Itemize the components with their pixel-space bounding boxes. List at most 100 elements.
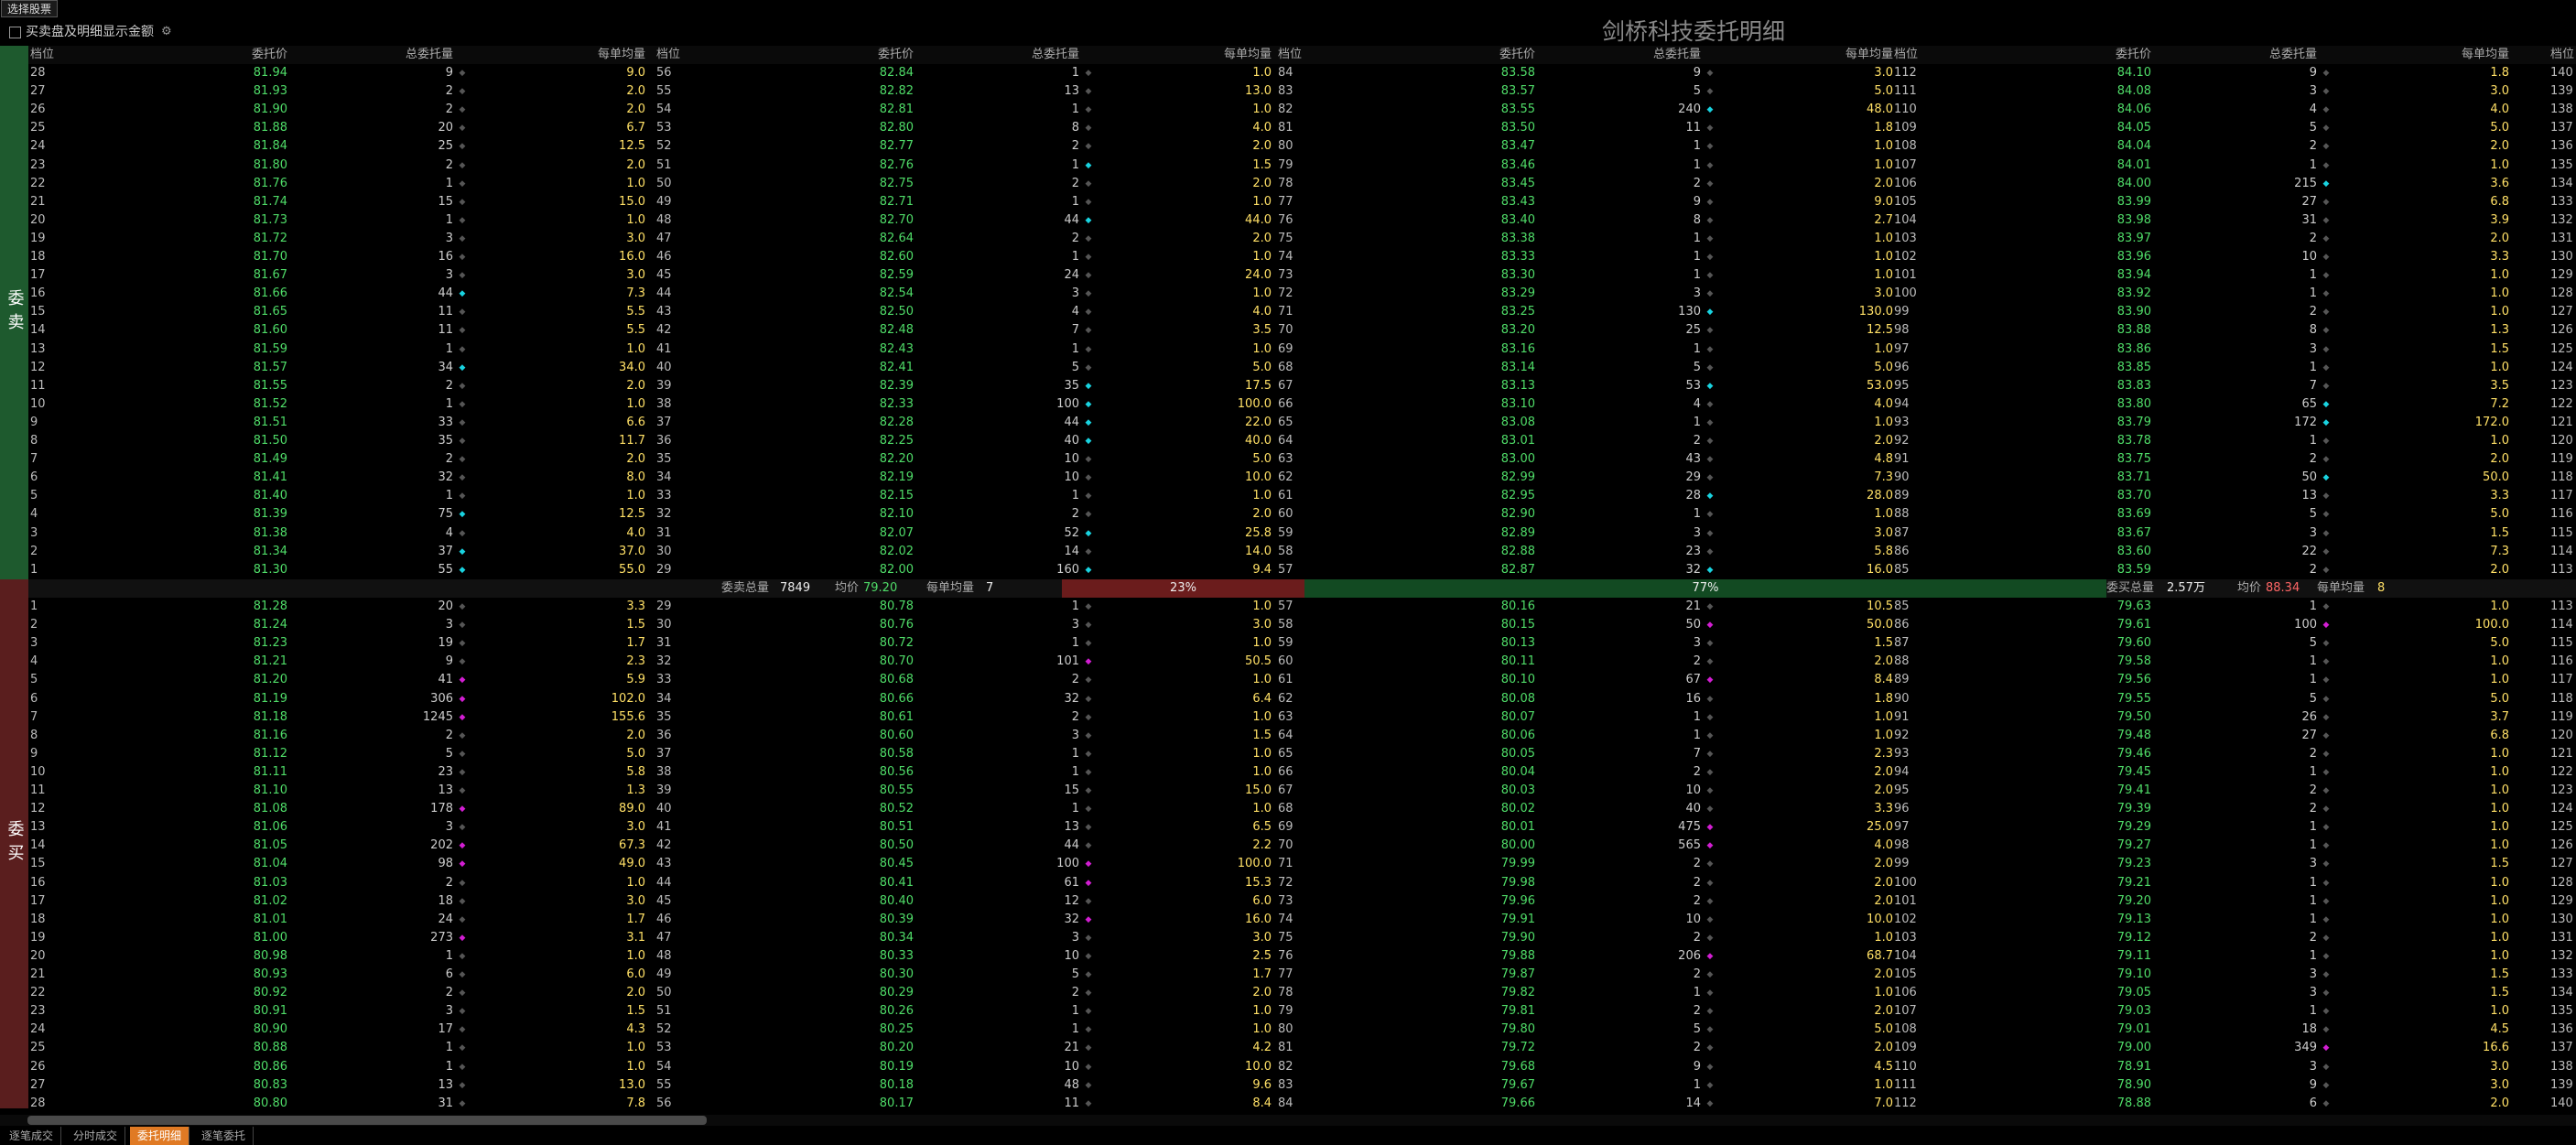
- total-qty-cell: 55: [438, 562, 453, 577]
- buy-order-row[interactable]: 14 81.05 202 ◆ 67.3 42 80.50 44 ◆ 2.2 70 80.00 565 ◆ 4…: [28, 837, 2576, 855]
- sell-order-row[interactable]: 3 81.38 4 ◆ 4.0 31 82.07 52 ◆ 25.8 59 82.89 3 ◆ 3.0 87 8…: [28, 524, 2576, 543]
- buy-order-row[interactable]: 6 81.19 306 ◆ 102.0 34 80.66 32 ◆ 6.4 62 80.08 16 ◆ 1.…: [28, 690, 2576, 708]
- buy-order-row[interactable]: 26 80.86 1 ◆ 1.0 54 80.19 10 ◆ 10.0 82 79.68 9 ◆ 4.5 11…: [28, 1058, 2576, 1076]
- buy-order-row[interactable]: 16 81.03 2 ◆ 1.0 44 80.41 61 ◆ 15.3 72 79.98 2 ◆ 2.0 10…: [28, 874, 2576, 892]
- avg-qty-cell: 2.0: [1874, 764, 1893, 779]
- total-qty-cell: 67: [1685, 673, 1701, 687]
- buy-order-row[interactable]: 22 80.92 2 ◆ 2.0 50 80.29 2 ◆ 2.0 78 79.82 1 ◆ 1.0 106 7…: [28, 984, 2576, 1002]
- sell-order-row[interactable]: 7 81.49 2 ◆ 2.0 35 82.20 10 ◆ 5.0 63 83.00 43 ◆ 4.8 91 8…: [28, 450, 2576, 469]
- sell-order-row[interactable]: 12 81.57 34 ◆ 34.0 40 82.41 5 ◆ 5.0 68 83.14 5 ◆ 5.0 96…: [28, 359, 2576, 377]
- level-cell: 55: [656, 1077, 672, 1092]
- total-qty-cell: 1: [2309, 434, 2317, 448]
- tab-1[interactable]: 逐笔成交: [2, 1127, 62, 1145]
- price-cell: 82.33: [879, 396, 914, 411]
- horizontal-scrollbar[interactable]: [0, 1115, 2576, 1126]
- price-cell: 79.13: [2116, 912, 2151, 926]
- sell-order-row[interactable]: 20 81.73 1 ◆ 1.0 48 82.70 44 ◆ 44.0 76 83.40 8 ◆ 2.7 10…: [28, 211, 2576, 230]
- sell-order-row[interactable]: 24 81.84 25 ◆ 12.5 52 82.77 2 ◆ 2.0 80 83.47 1 ◆ 1.0 10…: [28, 137, 2576, 156]
- buy-order-row[interactable]: 17 81.02 18 ◆ 3.0 45 80.40 12 ◆ 6.0 73 79.96 2 ◆ 2.0 10…: [28, 892, 2576, 911]
- sell-order-row[interactable]: 28 81.94 9 ◆ 9.0 56 82.84 1 ◆ 1.0 84 83.58 9 ◆ 3.0 112 8…: [28, 64, 2576, 82]
- avg-qty-cell: 6.6: [626, 415, 645, 429]
- buy-order-row[interactable]: 13 81.06 3 ◆ 3.0 41 80.51 13 ◆ 6.5 69 80.01 475 ◆ 25.0…: [28, 818, 2576, 837]
- sell-order-row[interactable]: 1 81.30 55 ◆ 55.0 29 82.00 160 ◆ 9.4 57 82.87 32 ◆ 16.…: [28, 561, 2576, 579]
- tab-3[interactable]: 委托明细: [130, 1127, 190, 1145]
- buy-order-row[interactable]: 9 81.12 5 ◆ 5.0 37 80.58 1 ◆ 1.0 65 80.05 7 ◆ 2.3 93 79.…: [28, 745, 2576, 763]
- price-cell: 81.21: [253, 654, 287, 669]
- sell-order-row[interactable]: 2 81.34 37 ◆ 37.0 30 82.02 14 ◆ 14.0 58 82.88 23 ◆ 5.8…: [28, 543, 2576, 561]
- sell-order-row[interactable]: 21 81.74 15 ◆ 15.0 49 82.71 1 ◆ 1.0 77 83.43 9 ◆ 9.0 10…: [28, 193, 2576, 211]
- sell-order-row[interactable]: 25 81.88 20 ◆ 6.7 53 82.80 8 ◆ 4.0 81 83.50 11 ◆ 1.8 10…: [28, 119, 2576, 137]
- buy-order-row[interactable]: 18 81.01 24 ◆ 1.7 46 80.39 32 ◆ 16.0 74 79.91 10 ◆ 10.…: [28, 911, 2576, 929]
- sell-order-row[interactable]: 18 81.70 16 ◆ 16.0 46 82.60 1 ◆ 1.0 74 83.33 1 ◆ 1.0 10…: [28, 248, 2576, 266]
- buy-order-row[interactable]: 27 80.83 13 ◆ 13.0 55 80.18 48 ◆ 9.6 83 79.67 1 ◆ 1.0 1…: [28, 1076, 2576, 1095]
- sell-order-row[interactable]: 5 81.40 1 ◆ 1.0 33 82.15 1 ◆ 1.0 61 82.95 28 ◆ 28.0 89 8…: [28, 487, 2576, 505]
- buy-order-row[interactable]: 3 81.23 19 ◆ 1.7 31 80.72 1 ◆ 1.0 59 80.13 3 ◆ 1.5 87 79…: [28, 634, 2576, 653]
- avg-qty-cell: 2.0: [1874, 1004, 1893, 1019]
- avg-qty-cell: 5.8: [1874, 544, 1893, 558]
- total-qty-cell: 11: [1685, 121, 1701, 135]
- total-qty-cell: 1245: [422, 709, 453, 724]
- order-dot-icon: ◆: [1706, 362, 1714, 373]
- buy-order-row[interactable]: 4 81.21 9 ◆ 2.3 32 80.70 101 ◆ 50.5 60 80.11 2 ◆ 2.0 88…: [28, 653, 2576, 671]
- sell-order-row[interactable]: 17 81.67 3 ◆ 3.0 45 82.59 24 ◆ 24.0 73 83.30 1 ◆ 1.0 10…: [28, 266, 2576, 285]
- buy-order-row[interactable]: 7 81.18 1245 ◆ 155.6 35 80.61 2 ◆ 1.0 63 80.07 1 ◆ 1.0…: [28, 708, 2576, 727]
- buy-order-row[interactable]: 10 81.11 23 ◆ 5.8 38 80.56 1 ◆ 1.0 66 80.04 2 ◆ 2.0 94 7…: [28, 763, 2576, 782]
- total-qty-cell: 7: [2309, 378, 2317, 393]
- buy-order-row[interactable]: 24 80.90 17 ◆ 4.3 52 80.25 1 ◆ 1.0 80 79.80 5 ◆ 5.0 108…: [28, 1021, 2576, 1039]
- buy-order-row[interactable]: 12 81.08 178 ◆ 89.0 40 80.52 1 ◆ 1.0 68 80.02 40 ◆ 3.3…: [28, 800, 2576, 818]
- order-dot-icon: ◆: [2322, 69, 2330, 78]
- price-cell: 79.20: [2116, 893, 2151, 908]
- sell-order-row[interactable]: 14 81.60 11 ◆ 5.5 42 82.48 7 ◆ 3.5 70 83.20 25 ◆ 12.5 9…: [28, 321, 2576, 340]
- sell-order-row[interactable]: 13 81.59 1 ◆ 1.0 41 82.43 1 ◆ 1.0 69 83.16 1 ◆ 1.0 97 83…: [28, 340, 2576, 359]
- buy-order-row[interactable]: 8 81.16 2 ◆ 2.0 36 80.60 3 ◆ 1.5 64 80.06 1 ◆ 1.0 92 79.…: [28, 727, 2576, 745]
- total-qty-cell: 1: [1693, 415, 1701, 429]
- show-amount-toggle[interactable]: 买卖盘及明细显示金额 ⚙: [9, 25, 172, 39]
- buy-order-row[interactable]: 2 81.24 3 ◆ 1.5 30 80.76 3 ◆ 3.0 58 80.15 50 ◆ 50.0 86 7…: [28, 616, 2576, 634]
- order-dot-icon: ◆: [1085, 233, 1092, 243]
- avg-qty-cell: 1.0: [1252, 636, 1272, 651]
- gear-icon[interactable]: ⚙: [161, 25, 172, 39]
- show-amount-checkbox[interactable]: [9, 26, 21, 38]
- level-cell: 91: [1894, 452, 1910, 467]
- sell-order-row[interactable]: 6 81.41 32 ◆ 8.0 34 82.19 10 ◆ 10.0 62 82.99 29 ◆ 7.3 9…: [28, 469, 2576, 487]
- buy-order-row[interactable]: 5 81.20 41 ◆ 5.9 33 80.68 2 ◆ 1.0 61 80.10 67 ◆ 8.4 89 7…: [28, 671, 2576, 689]
- sell-order-row[interactable]: 16 81.66 44 ◆ 7.3 44 82.54 3 ◆ 1.0 72 83.29 3 ◆ 3.0 100…: [28, 285, 2576, 303]
- sell-order-row[interactable]: 27 81.93 2 ◆ 2.0 55 82.82 13 ◆ 13.0 83 83.57 5 ◆ 5.0 11…: [28, 82, 2576, 101]
- buy-order-row[interactable]: 19 81.00 273 ◆ 3.1 47 80.34 3 ◆ 3.0 75 79.90 2 ◆ 1.0 10…: [28, 929, 2576, 947]
- level-cell: 119: [2550, 709, 2573, 724]
- buy-order-row[interactable]: 28 80.80 31 ◆ 7.8 56 80.17 11 ◆ 8.4 84 79.66 14 ◆ 7.0 1…: [28, 1095, 2576, 1113]
- level-cell: 54: [656, 1059, 672, 1074]
- buy-order-row[interactable]: 23 80.91 3 ◆ 1.5 51 80.26 1 ◆ 1.0 79 79.81 2 ◆ 2.0 107 7…: [28, 1002, 2576, 1021]
- sell-order-row[interactable]: 15 81.65 11 ◆ 5.5 43 82.50 4 ◆ 4.0 71 83.25 130 ◆ 130.…: [28, 303, 2576, 321]
- sell-order-row[interactable]: 19 81.72 3 ◆ 3.0 47 82.64 2 ◆ 2.0 75 83.38 1 ◆ 1.0 103 8…: [28, 230, 2576, 248]
- buy-order-row[interactable]: 20 80.98 1 ◆ 1.0 48 80.33 10 ◆ 2.5 76 79.88 206 ◆ 68.7…: [28, 947, 2576, 966]
- total-qty-cell: 2: [1071, 507, 1079, 522]
- level-cell: 76: [1278, 948, 1293, 963]
- buy-order-row[interactable]: 25 80.88 1 ◆ 1.0 53 80.20 21 ◆ 4.2 81 79.72 2 ◆ 2.0 109…: [28, 1039, 2576, 1057]
- total-qty-cell: 2: [445, 986, 453, 1000]
- price-cell: 80.40: [879, 893, 914, 908]
- price-cell: 80.30: [879, 967, 914, 981]
- sell-order-row[interactable]: 22 81.76 1 ◆ 1.0 50 82.75 2 ◆ 2.0 78 83.45 2 ◆ 2.0 106 8…: [28, 175, 2576, 193]
- scrollbar-thumb[interactable]: [27, 1116, 707, 1125]
- avg-qty-cell: 4.2: [1252, 1041, 1272, 1055]
- tab-4[interactable]: 逐笔委托: [194, 1127, 254, 1145]
- header-avg-qty: 每单均量: [1845, 48, 1893, 61]
- avg-qty-cell: 4.5: [1874, 1059, 1893, 1074]
- sell-order-row[interactable]: 9 81.51 33 ◆ 6.6 37 82.28 44 ◆ 22.0 65 83.08 1 ◆ 1.0 93…: [28, 414, 2576, 432]
- avg-qty-cell: 1.0: [1874, 507, 1893, 522]
- buy-order-row[interactable]: 11 81.10 13 ◆ 1.3 39 80.55 15 ◆ 15.0 67 80.03 10 ◆ 2.0…: [28, 782, 2576, 800]
- sell-order-row[interactable]: 10 81.52 1 ◆ 1.0 38 82.33 100 ◆ 100.0 66 83.10 4 ◆ 4.0…: [28, 395, 2576, 414]
- sell-order-row[interactable]: 8 81.50 35 ◆ 11.7 36 82.25 40 ◆ 40.0 64 83.01 2 ◆ 2.0 9…: [28, 432, 2576, 450]
- sell-order-row[interactable]: 26 81.90 2 ◆ 2.0 54 82.81 1 ◆ 1.0 82 83.55 240 ◆ 48.0 1…: [28, 101, 2576, 119]
- buy-order-row[interactable]: 15 81.04 98 ◆ 49.0 43 80.45 100 ◆ 100.0 71 79.99 2 ◆ 2…: [28, 855, 2576, 873]
- buy-order-row[interactable]: 21 80.93 6 ◆ 6.0 49 80.30 5 ◆ 1.7 77 79.87 2 ◆ 2.0 105 7…: [28, 966, 2576, 984]
- select-stock-button[interactable]: 选择股票: [1, 0, 59, 17]
- sell-order-row[interactable]: 4 81.39 75 ◆ 12.5 32 82.10 2 ◆ 2.0 60 82.90 1 ◆ 1.0 88 8…: [28, 505, 2576, 524]
- sell-order-row[interactable]: 11 81.55 2 ◆ 2.0 39 82.39 35 ◆ 17.5 67 83.13 53 ◆ 53.0…: [28, 377, 2576, 395]
- level-cell: 95: [1894, 378, 1910, 393]
- sell-order-row[interactable]: 23 81.80 2 ◆ 2.0 51 82.76 1 ◆ 1.5 79 83.46 1 ◆ 1.0 107 8…: [28, 157, 2576, 175]
- buy-order-row[interactable]: 1 81.28 20 ◆ 3.3 29 80.78 1 ◆ 1.0 57 80.16 21 ◆ 10.5 85…: [28, 598, 2576, 616]
- level-cell: 106: [1894, 986, 1917, 1000]
- tab-2[interactable]: 分时成交: [66, 1127, 126, 1145]
